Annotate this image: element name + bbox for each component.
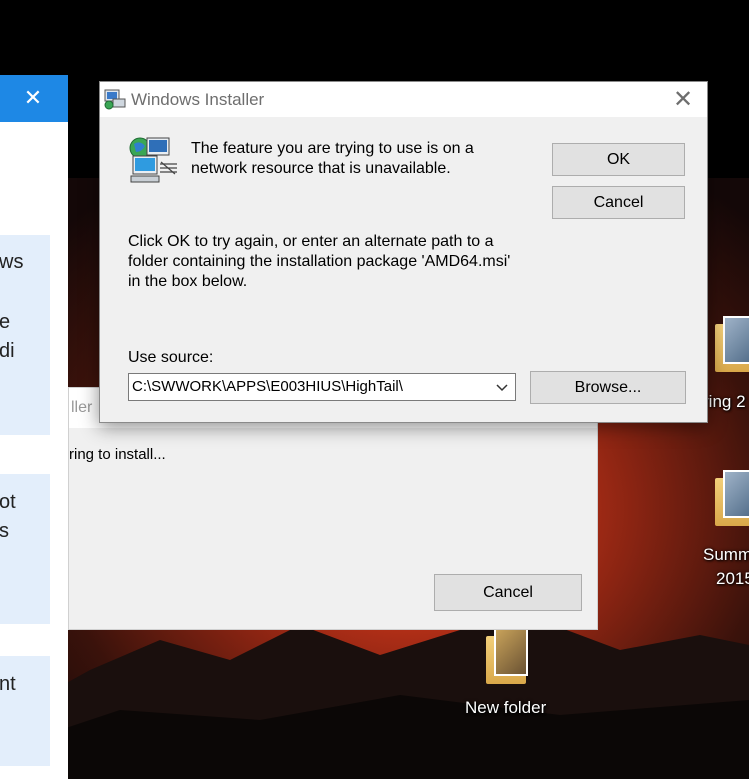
notification-text: di <box>0 340 15 362</box>
notification-card[interactable]: nt <box>0 656 50 766</box>
desktop-folder-label-line2: 2015 <box>716 569 749 588</box>
desktop-folder-spring[interactable]: ring 2 <box>703 316 749 420</box>
error-message: The feature you are trying to use is on … <box>191 139 511 179</box>
notification-card[interactable]: ws e di <box>0 235 50 435</box>
use-source-value[interactable]: C:\SWWORK\APPS\E003HIUS\HighTail\ <box>132 378 403 395</box>
folder-icon <box>715 316 749 372</box>
instruction-line: Click OK to try again, or enter an alter… <box>128 233 494 250</box>
ok-button[interactable]: OK <box>552 143 685 176</box>
folder-icon <box>486 628 528 684</box>
notification-text: ws <box>0 251 24 273</box>
notification-text: ot <box>0 491 16 513</box>
browse-button[interactable]: Browse... <box>530 371 686 404</box>
use-source-label: Use source: <box>128 349 214 366</box>
error-message-line: network resource that is unavailable. <box>191 160 451 177</box>
instruction-line: folder containing the installation packa… <box>128 253 511 270</box>
dialog-titlebar: Windows Installer ✕ <box>100 82 707 117</box>
use-source-combobox[interactable]: C:\SWWORK\APPS\E003HIUS\HighTail\ <box>128 373 516 401</box>
desktop-folder-summer[interactable]: Summ 2015 <box>703 470 749 592</box>
folder-icon <box>715 470 749 526</box>
notification-text: e <box>0 311 11 333</box>
chevron-down-icon[interactable] <box>495 381 509 395</box>
error-message-line: The feature you are trying to use is on … <box>191 140 474 157</box>
cancel-button[interactable]: Cancel <box>552 186 685 219</box>
installer-progress-dialog: ller ring to install... Cancel <box>68 387 598 630</box>
notification-text: s <box>0 520 9 542</box>
notification-panel-header: ✕ <box>0 75 68 122</box>
instruction-text: Click OK to try again, or enter an alter… <box>128 232 528 292</box>
windows-installer-dialog: Windows Installer ✕ The feature you are … <box>99 81 708 423</box>
progress-dialog-title: ller <box>71 399 93 416</box>
desktop-folder-label: ring 2 <box>703 392 746 411</box>
installer-icon <box>104 89 126 110</box>
notification-text: nt <box>0 673 16 695</box>
close-icon[interactable]: ✕ <box>671 88 695 112</box>
desktop-folder-label: Summ <box>703 545 749 564</box>
notification-card[interactable]: ot s <box>0 474 50 624</box>
progress-cancel-button[interactable]: Cancel <box>434 574 582 611</box>
desktop-folder-new-folder[interactable]: New folder <box>460 628 560 723</box>
dialog-title: Windows Installer <box>131 90 265 109</box>
notification-panel: ✕ ws e di ot s nt <box>0 75 68 779</box>
network-computer-icon <box>129 137 177 183</box>
instruction-line: in the box below. <box>128 273 248 290</box>
close-icon[interactable]: ✕ <box>22 87 44 109</box>
desktop-folder-label: New folder <box>465 698 547 717</box>
progress-status-text: ring to install... <box>69 446 166 463</box>
